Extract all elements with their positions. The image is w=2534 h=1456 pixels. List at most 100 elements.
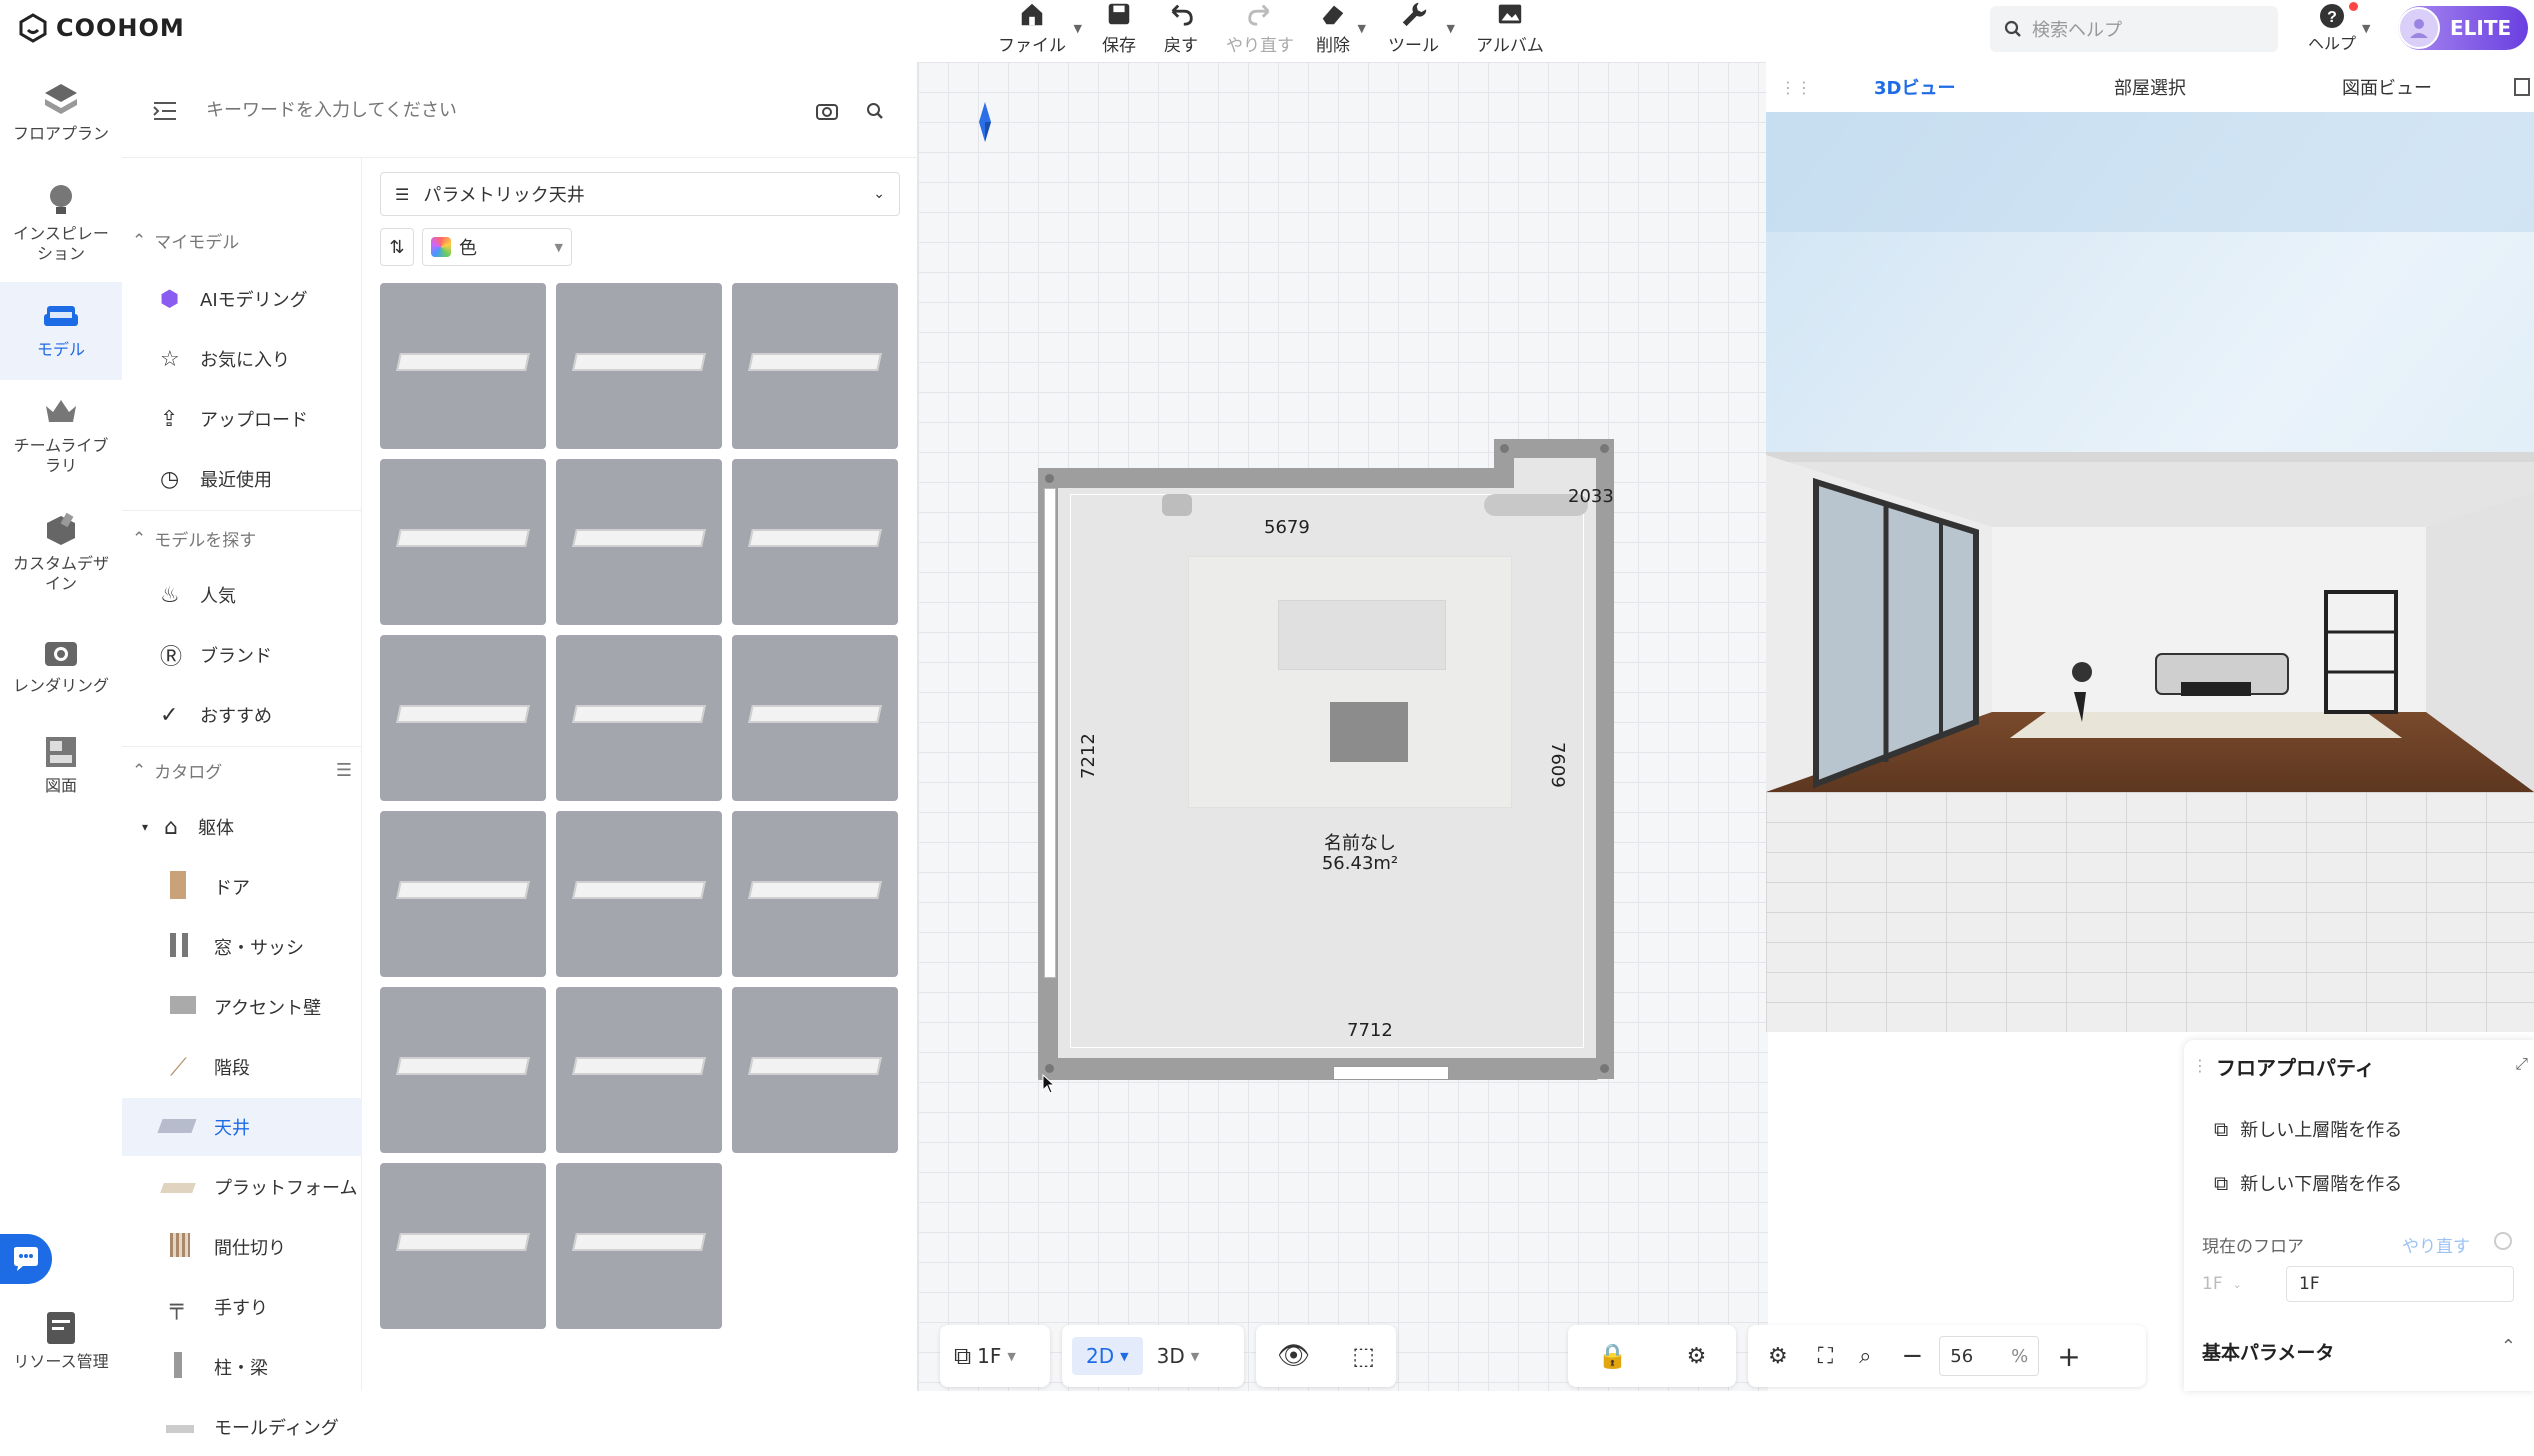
expand-icon[interactable]: ⤢ <box>2515 1054 2528 1074</box>
drag-handle-icon[interactable]: ⋮⋮ <box>1780 78 1812 97</box>
model-thumbnail[interactable] <box>732 811 898 977</box>
floorplan-canvas[interactable]: 5679 2033 7212 7609 7712 名前なし 56.43m² <box>918 62 1768 1391</box>
catalog-door[interactable]: ドア <box>122 858 362 916</box>
album-button[interactable]: アルバム <box>1476 0 1544 62</box>
catalog-ceiling[interactable]: 天井 <box>122 1098 362 1156</box>
nav-custom-design[interactable]: カスタムデザイン <box>0 510 122 594</box>
model-thumbnail[interactable] <box>380 635 546 801</box>
chevron-up-icon[interactable]: ⌃ <box>2501 1336 2516 1357</box>
model-thumbnail[interactable] <box>380 987 546 1153</box>
tab-3d-view[interactable]: 3Dビュー <box>1874 74 1955 100</box>
catalog-molding[interactable]: モールディング <box>122 1398 362 1456</box>
nav-rendering[interactable]: レンダリング <box>0 632 122 696</box>
section-my-models[interactable]: ⌃ マイモデル <box>132 228 239 254</box>
model-thumbnail[interactable] <box>380 1163 546 1329</box>
app-logo[interactable]: COOHOM <box>18 10 185 46</box>
file-button[interactable]: ファイル ▼ <box>998 0 1082 62</box>
menu-recommended[interactable]: ✓ おすすめ <box>122 686 362 744</box>
model-thumbnail[interactable] <box>732 635 898 801</box>
redo-link[interactable]: やり直す <box>2402 1232 2470 1257</box>
basic-params-header[interactable]: 基本パラメータ <box>2202 1338 2334 1365</box>
model-thumbnail[interactable] <box>556 1163 722 1329</box>
zoom-out-button[interactable]: − <box>1901 1341 1923 1371</box>
help-search-box[interactable]: 検索ヘルプ <box>1990 6 2278 52</box>
menu-recent[interactable]: ◷ 最近使用 <box>122 450 362 508</box>
window-left[interactable] <box>1044 488 1056 978</box>
catalog-accent-wall[interactable]: アクセント壁 <box>122 978 362 1036</box>
menu-ai-modeling[interactable]: ⬢ AIモデリング <box>122 270 362 328</box>
floor-name-input[interactable]: 1F <box>2286 1266 2514 1302</box>
zoom-search-icon[interactable]: ⌕ <box>1859 1344 1871 1369</box>
tab-room-select[interactable]: 部屋選択 <box>2114 74 2186 100</box>
floor-switcher[interactable]: ⧉ 1F ▼ <box>940 1325 1050 1387</box>
catalog-stairs[interactable]: ⟋ 階段 <box>122 1038 362 1096</box>
model-thumbnail[interactable] <box>556 987 722 1153</box>
section-catalog[interactable]: ⌃ カタログ ☰ <box>132 758 352 783</box>
redo-button[interactable]: やり直す <box>1226 0 1294 62</box>
delete-button[interactable]: 削除 ▼ <box>1316 0 1366 62</box>
zoom-input[interactable]: 56 % <box>1939 1336 2040 1376</box>
new-lower-floor-button[interactable]: ⧉ 新しい下層階を作る <box>2214 1170 2402 1196</box>
collapse-menu-icon[interactable] <box>152 100 178 122</box>
nav-resource-management[interactable]: リソース管理 <box>0 1308 122 1372</box>
drag-handle-icon[interactable]: ⋮ <box>2192 1056 2208 1075</box>
window-toggle-icon[interactable] <box>2514 78 2530 96</box>
model-thumbnail[interactable] <box>732 987 898 1153</box>
catalog-platform[interactable]: プラットフォーム <box>122 1158 362 1216</box>
filter-settings-icon[interactable]: ☰ <box>336 760 352 781</box>
window-bottom[interactable] <box>1333 1066 1449 1080</box>
nav-model[interactable]: モデル <box>0 282 122 380</box>
wall-node[interactable] <box>1500 444 1509 453</box>
image-search-icon[interactable] <box>816 102 838 120</box>
catalog-structure[interactable]: ▾ ⌂ 躯体 <box>122 798 362 856</box>
chat-support-button[interactable] <box>0 1234 52 1284</box>
nav-drawing[interactable]: 図面 <box>0 732 122 796</box>
model-thumbnail[interactable] <box>556 459 722 625</box>
search-icon[interactable] <box>866 102 884 120</box>
plant-object[interactable] <box>1162 494 1192 516</box>
info-icon[interactable] <box>2494 1232 2512 1250</box>
compass-icon[interactable] <box>976 102 994 142</box>
tab-drawing-view[interactable]: 図面ビュー <box>2342 74 2432 100</box>
catalog-window[interactable]: 窓・サッシ <box>122 918 362 976</box>
tools-button[interactable]: ツール ▼ <box>1388 0 1455 62</box>
menu-favorites[interactable]: ☆ お気に入り <box>122 330 362 388</box>
wall-node[interactable] <box>1600 444 1609 453</box>
help-button[interactable]: ? ヘルプ <box>2302 2 2362 58</box>
coffee-table[interactable] <box>1330 702 1408 762</box>
menu-popular[interactable]: ♨ 人気 <box>122 566 362 624</box>
catalog-handrail[interactable]: ╤ 手すり <box>122 1278 362 1336</box>
model-thumbnail[interactable] <box>732 283 898 449</box>
3d-viewport[interactable] <box>1766 72 2534 1032</box>
fit-view-icon[interactable]: ⛶ <box>1818 1344 1833 1369</box>
model-search-input[interactable] <box>206 90 726 130</box>
room-label[interactable]: 名前なし 56.43m² <box>1278 834 1442 874</box>
model-thumbnail[interactable] <box>380 283 546 449</box>
rug[interactable] <box>1188 556 1512 808</box>
model-thumbnail[interactable] <box>556 283 722 449</box>
model-thumbnail[interactable] <box>380 459 546 625</box>
wall-node[interactable] <box>1045 474 1054 483</box>
lock-icon[interactable]: 🔒 <box>1598 1342 1628 1370</box>
zoom-in-button[interactable]: + <box>2057 1340 2080 1373</box>
camera-settings-icon[interactable]: ⚙ <box>1768 1344 1788 1369</box>
model-thumbnail[interactable] <box>556 635 722 801</box>
nav-floorplan[interactable]: フロアプラン <box>0 80 122 144</box>
undo-button[interactable]: 戻す <box>1164 0 1198 62</box>
type-filter-dropdown[interactable]: ☰ パラメトリック天井 ⌄ <box>380 172 900 216</box>
color-filter-dropdown[interactable]: 色 ▼ <box>422 228 572 266</box>
nav-inspiration[interactable]: インスピレーション <box>0 180 122 264</box>
section-find-models[interactable]: ⌃ モデルを探す <box>132 526 256 552</box>
catalog-column-beam[interactable]: 柱・梁 <box>122 1338 362 1396</box>
user-account[interactable]: ELITE <box>2398 6 2528 50</box>
wall-node[interactable] <box>1045 1064 1054 1073</box>
wall-node[interactable] <box>1600 1064 1609 1073</box>
catalog-partition[interactable]: 間仕切り <box>122 1218 362 1276</box>
menu-upload[interactable]: ⇪ アップロード <box>122 390 362 448</box>
save-button[interactable]: 保存 <box>1102 0 1136 62</box>
floor-select[interactable]: 1F ⌄ <box>2202 1266 2268 1302</box>
mode-3d-button[interactable]: 3D ▼ <box>1143 1344 1214 1368</box>
eye-icon[interactable]: 👁 <box>1277 1341 1310 1371</box>
toggle-settings-icon[interactable]: ⚙ <box>1687 1344 1707 1369</box>
mode-2d-button[interactable]: 2D ▼ <box>1072 1337 1143 1375</box>
